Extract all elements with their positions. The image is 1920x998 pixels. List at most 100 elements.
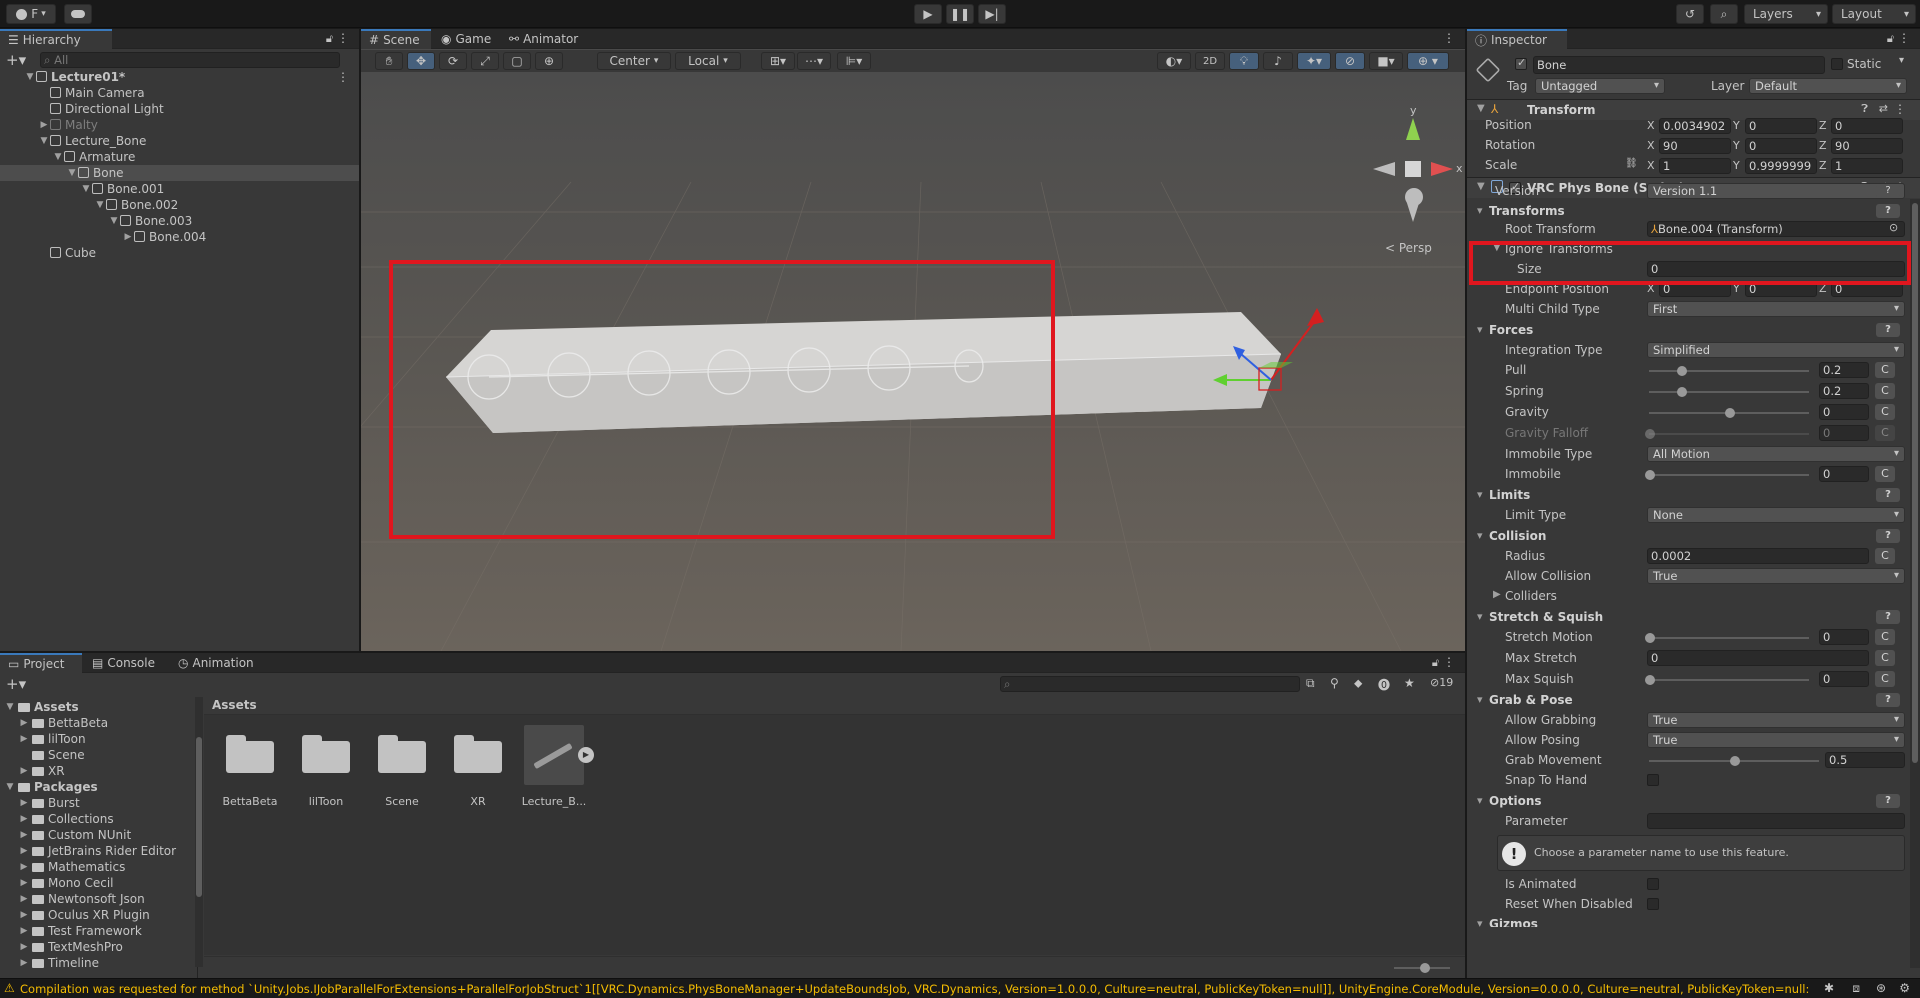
- more-options-icon[interactable]: ⋮: [337, 69, 349, 85]
- draw-mode-button[interactable]: ◐▾: [1157, 52, 1191, 70]
- lock-icon[interactable]: 🔓︎: [1887, 32, 1894, 46]
- status-message[interactable]: Compilation was requested for method `Un…: [20, 982, 1810, 996]
- stretch_motion-slider-knob[interactable]: [1645, 633, 1655, 643]
- gizmos-header[interactable]: Gizmos: [1467, 915, 1908, 927]
- add-icon[interactable]: +▾: [6, 51, 26, 69]
- hierarchy-item[interactable]: ▶ Malty: [0, 117, 359, 133]
- object-picker-icon[interactable]: ⊙: [1889, 221, 1898, 234]
- tab-inspector[interactable]: ⓘ Inspector: [1467, 29, 1567, 49]
- hierarchy-item[interactable]: ▼ Lecture01* ⋮: [0, 69, 359, 85]
- filter-label-icon[interactable]: ⚲: [1330, 676, 1339, 690]
- more-options-icon[interactable]: ⋮: [1898, 31, 1910, 45]
- chevron-right-icon[interactable]: ▶: [18, 875, 30, 891]
- allow-posing-value-dropdown[interactable]: True: [1647, 732, 1905, 748]
- gravity_falloff-slider-track[interactable]: [1649, 433, 1809, 435]
- inspector-scrollbar[interactable]: [1910, 199, 1920, 968]
- project-tree-item[interactable]: ▶ Newtonsoft Json: [0, 891, 197, 907]
- limits-section-header[interactable]: Limits?: [1467, 486, 1908, 504]
- breadcrumb-assets[interactable]: Assets: [212, 698, 257, 712]
- root-transform-field[interactable]: ⅄Bone.004 (Transform): [1647, 221, 1905, 237]
- collision-section-header[interactable]: Collision?: [1467, 527, 1908, 545]
- project-tree-item[interactable]: ▶ Mono Cecil: [0, 875, 197, 891]
- layout-dropdown[interactable]: Layout ▾: [1832, 4, 1916, 24]
- integration-value-dropdown[interactable]: Simplified: [1647, 342, 1905, 358]
- chevron-right-icon[interactable]: ▶: [18, 939, 30, 955]
- object-name-field[interactable]: Bone: [1533, 56, 1825, 74]
- hierarchy-item[interactable]: ▼ Bone.003: [0, 213, 359, 229]
- hierarchy-item[interactable]: ▼ Lecture_Bone: [0, 133, 359, 149]
- chevron-down-icon[interactable]: ▼: [4, 699, 16, 715]
- help-button[interactable]: ?: [1876, 693, 1900, 707]
- asset-item[interactable]: XR: [440, 715, 516, 815]
- tag-icon[interactable]: ⬥: [1354, 676, 1362, 691]
- filter-type-icon[interactable]: ⧉: [1306, 676, 1315, 691]
- cloud-button[interactable]: [64, 4, 92, 24]
- scale-tool-button[interactable]: ⤢: [471, 52, 499, 70]
- pull-curve-button[interactable]: C: [1875, 362, 1895, 378]
- asset-item[interactable]: BettaBeta: [212, 715, 288, 815]
- options-section-header[interactable]: Options?: [1467, 792, 1908, 810]
- position-z-field[interactable]: 0: [1831, 118, 1903, 134]
- project-tree-item[interactable]: ▼ Assets: [0, 699, 197, 715]
- chevron-right-icon[interactable]: ▶: [18, 843, 30, 859]
- hierarchy-item[interactable]: ▼ Bone.001: [0, 181, 359, 197]
- project-tree-item[interactable]: ▶ Custom NUnit: [0, 827, 197, 843]
- chevron-right-icon[interactable]: ▶: [18, 859, 30, 875]
- more-options-icon[interactable]: ⋮: [1894, 102, 1906, 116]
- help-button[interactable]: ?: [1876, 184, 1900, 198]
- layers-dropdown[interactable]: Layers ▾: [1744, 4, 1828, 24]
- project-tree-item[interactable]: ▶ Burst: [0, 795, 197, 811]
- max_squish-value-field[interactable]: 0: [1819, 671, 1869, 687]
- hierarchy-item[interactable]: ▼ Bone: [0, 165, 359, 181]
- radius-value-field[interactable]: 0.0002: [1647, 548, 1869, 564]
- active-checkbox[interactable]: ✓: [1515, 56, 1527, 70]
- chevron-down-icon[interactable]: ▼: [80, 181, 92, 197]
- project-tree-item[interactable]: ▶ Oculus XR Plugin: [0, 907, 197, 923]
- tab-console[interactable]: ▤ Console: [84, 653, 166, 673]
- effects-toggle-button[interactable]: ✦▾: [1297, 52, 1331, 70]
- help-button[interactable]: ?: [1876, 610, 1900, 624]
- grab-movement-value-field[interactable]: 0.5: [1825, 752, 1905, 768]
- project-tree-item[interactable]: ▶ lilToon: [0, 731, 197, 747]
- chevron-down-icon[interactable]: ▼: [38, 133, 50, 149]
- chevron-down-icon[interactable]: ▾: [1899, 55, 1904, 66]
- link-icon[interactable]: ⛓: [1625, 158, 1638, 169]
- project-search-input[interactable]: ⌕: [1000, 676, 1300, 692]
- forces-section-header[interactable]: Forces?: [1467, 321, 1908, 339]
- project-tree-item[interactable]: ▶ TextMeshPro: [0, 939, 197, 955]
- rotation-z-field[interactable]: 90: [1831, 138, 1903, 154]
- limit-type-value-dropdown[interactable]: None: [1647, 507, 1905, 523]
- hierarchy-search-input[interactable]: ⌕ All: [40, 52, 340, 68]
- chevron-right-icon[interactable]: ▶: [18, 811, 30, 827]
- chevron-right-icon[interactable]: ▶: [122, 229, 134, 245]
- expand-asset-icon[interactable]: ▶: [578, 747, 594, 763]
- hand-tool-button[interactable]: ✋︎: [375, 52, 403, 70]
- gravity_falloff-slider-knob[interactable]: [1645, 429, 1655, 439]
- max-stretch-curve-button[interactable]: C: [1875, 650, 1895, 666]
- help-icon[interactable]: ❓︎: [1861, 102, 1868, 116]
- allow-collision-value-dropdown[interactable]: True: [1647, 568, 1905, 584]
- chevron-right-icon[interactable]: ▶: [18, 955, 30, 971]
- align-button[interactable]: ⊫▾: [837, 52, 871, 70]
- asset-item[interactable]: ▶ Lecture_B...: [516, 715, 594, 815]
- layer-dropdown[interactable]: Default: [1749, 78, 1907, 94]
- spring-value-field[interactable]: 0.2: [1819, 383, 1869, 399]
- tab-hierarchy[interactable]: ☰ Hierarchy: [0, 29, 112, 49]
- transforms-section-header[interactable]: Transforms?: [1467, 202, 1908, 220]
- chevron-right-icon[interactable]: ▶: [18, 795, 30, 811]
- position-x-field[interactable]: 0.0034902: [1659, 118, 1731, 134]
- snap-to-hand-checkbox[interactable]: [1647, 774, 1659, 786]
- step-button[interactable]: ▶|: [978, 4, 1006, 24]
- pull-slider-track[interactable]: [1649, 370, 1809, 372]
- chevron-down-icon[interactable]: ▼: [66, 165, 78, 181]
- space-local-dropdown[interactable]: Local ▾: [675, 52, 741, 70]
- chevron-right-icon[interactable]: ▶: [18, 715, 30, 731]
- immobile-value-field[interactable]: 0: [1819, 466, 1869, 482]
- preset-icon[interactable]: ⇄: [1879, 102, 1888, 115]
- chevron-right-icon[interactable]: ▶: [18, 923, 30, 939]
- chevron-right-icon[interactable]: ▶: [1493, 589, 1501, 600]
- history-button[interactable]: ↺: [1676, 4, 1704, 24]
- graphics-icon[interactable]: ⧈: [1852, 981, 1860, 996]
- stretch-section-header[interactable]: Stretch & Squish?: [1467, 608, 1908, 626]
- chevron-down-icon[interactable]: ▼: [4, 779, 16, 795]
